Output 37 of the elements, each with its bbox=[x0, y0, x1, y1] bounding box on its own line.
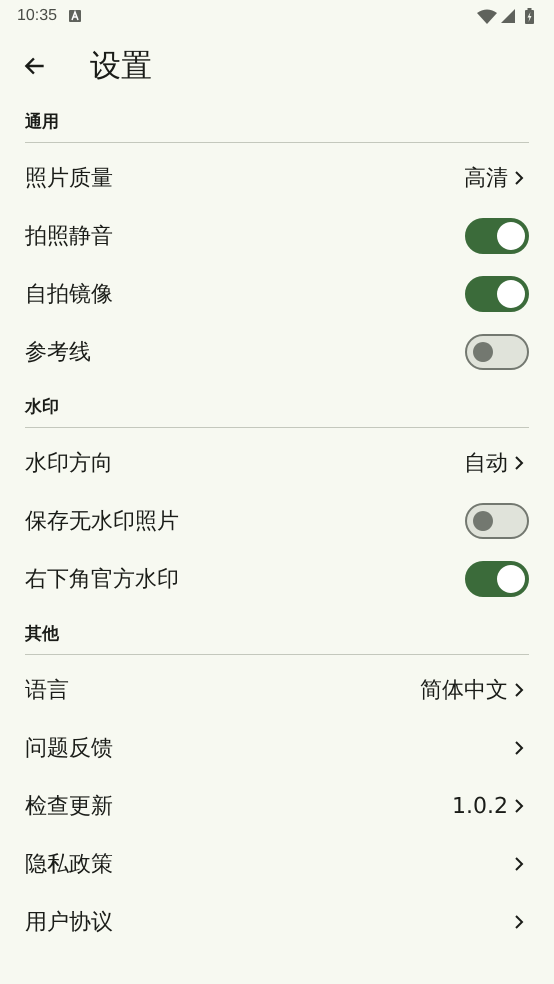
section-header: 水印 bbox=[25, 396, 60, 419]
setting-label: 保存无水印照片 bbox=[25, 508, 180, 536]
toggle-switch[interactable] bbox=[465, 503, 529, 539]
setting-value: 1.0.2 bbox=[452, 794, 508, 818]
setting-label: 用户协议 bbox=[25, 909, 114, 937]
setting-label: 检查更新 bbox=[25, 793, 114, 821]
setting-label: 问题反馈 bbox=[25, 735, 114, 763]
setting-label: 语言 bbox=[25, 677, 70, 705]
chevron-right-icon[interactable] bbox=[514, 856, 524, 872]
signal-icon bbox=[501, 9, 515, 23]
setting-value: 高清 bbox=[464, 165, 508, 193]
setting-label: 隐私政策 bbox=[25, 851, 114, 879]
toggle-switch[interactable] bbox=[465, 334, 529, 370]
setting-value: 自动 bbox=[464, 450, 508, 478]
wifi-icon bbox=[477, 8, 497, 24]
chevron-right-icon[interactable] bbox=[514, 914, 524, 930]
chevron-right-icon[interactable] bbox=[514, 170, 524, 186]
toggle-switch[interactable] bbox=[465, 218, 529, 254]
setting-label: 右下角官方水印 bbox=[25, 566, 180, 594]
setting-label: 拍照静音 bbox=[25, 223, 114, 251]
page-title: 设置 bbox=[90, 47, 152, 86]
setting-value: 简体中文 bbox=[420, 677, 508, 705]
setting-label: 自拍镜像 bbox=[25, 281, 114, 309]
chevron-right-icon[interactable] bbox=[514, 798, 524, 814]
toggle-switch[interactable] bbox=[465, 561, 529, 597]
chevron-right-icon[interactable] bbox=[514, 455, 524, 471]
status-time: 10:35 bbox=[17, 7, 58, 25]
setting-label: 水印方向 bbox=[25, 450, 114, 478]
toggle-switch[interactable] bbox=[465, 276, 529, 312]
battery-icon bbox=[525, 8, 534, 24]
chevron-right-icon[interactable] bbox=[514, 740, 524, 756]
notification-icon bbox=[69, 10, 82, 22]
setting-label: 照片质量 bbox=[25, 165, 114, 193]
section-header: 通用 bbox=[25, 111, 60, 134]
setting-label: 参考线 bbox=[25, 339, 92, 367]
section-header: 其他 bbox=[25, 623, 60, 646]
chevron-right-icon[interactable] bbox=[514, 682, 524, 698]
